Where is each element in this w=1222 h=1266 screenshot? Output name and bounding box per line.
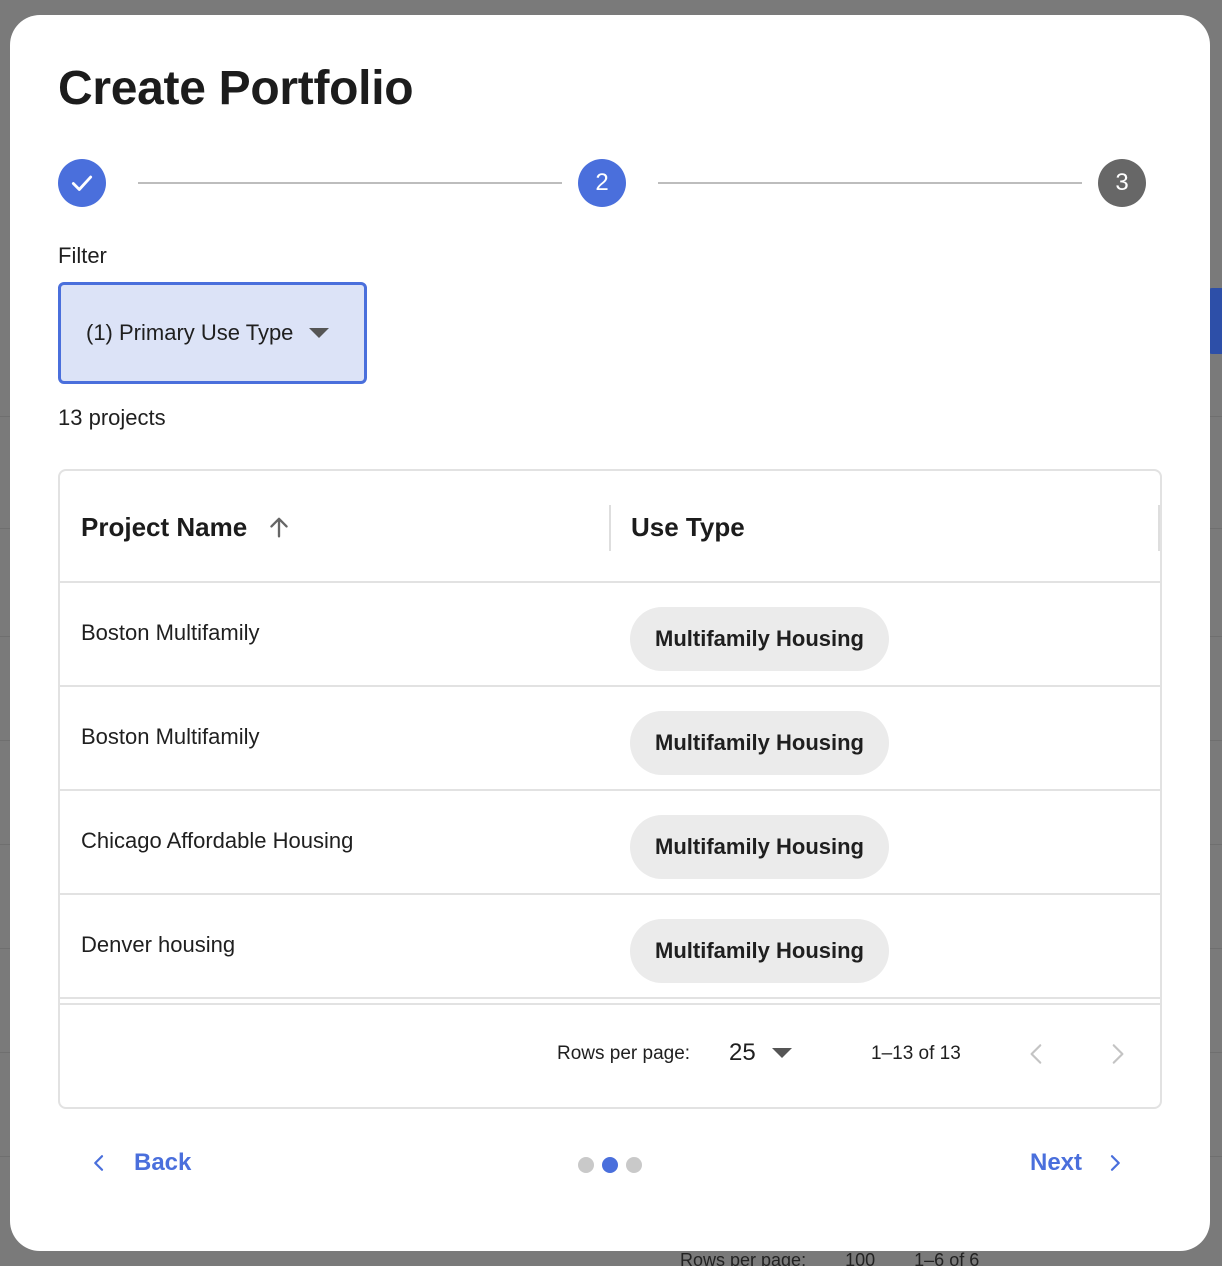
- chevron-right-icon: [1110, 1155, 1120, 1171]
- chevron-left-icon: [1030, 1044, 1042, 1064]
- column-divider[interactable]: [1158, 505, 1160, 551]
- back-button[interactable]: Back: [90, 1149, 191, 1177]
- next-button[interactable]: Next: [1030, 1149, 1124, 1177]
- step-2-label: 2: [595, 169, 609, 196]
- background-rows-label: Rows per page:: [680, 1250, 807, 1266]
- projects-table: Project Name Use Type Boston Multifamily…: [58, 469, 1162, 1109]
- project-count: 13 projects: [58, 405, 166, 430]
- column-header-label: Project Name: [81, 511, 248, 542]
- caret-down-icon: [771, 1048, 792, 1058]
- table-row[interactable]: Denver housing Multifamily Housing: [60, 895, 1160, 999]
- step-dots: [578, 1157, 642, 1173]
- step-dot-active: [602, 1157, 618, 1173]
- create-portfolio-modal: Create Portfolio 2 3 Filter (1) Primary …: [10, 15, 1210, 1251]
- use-type-chip: Multifamily Housing: [630, 711, 889, 775]
- step-3-upcoming: 3: [1098, 159, 1146, 207]
- rows-per-page-label: Rows per page:: [557, 1043, 691, 1064]
- next-page-button[interactable]: [1104, 1041, 1130, 1072]
- rows-per-page-select[interactable]: 25: [729, 1039, 792, 1067]
- stepper-connector: [138, 182, 562, 184]
- column-header-use-type[interactable]: Use Type: [631, 471, 745, 583]
- table-row[interactable]: Boston Multifamily Multifamily Housing: [60, 687, 1160, 791]
- pagination-range: 1–13 of 13: [871, 1043, 961, 1064]
- background-range: 1–6 of 6: [914, 1250, 980, 1266]
- background-rows-value: 100: [845, 1250, 876, 1266]
- stepper-connector: [658, 182, 1082, 184]
- column-header-label: Use Type: [631, 511, 745, 542]
- use-type-chip: Multifamily Housing: [630, 919, 889, 983]
- table-row[interactable]: Boston Multifamily Multifamily Housing: [60, 583, 1160, 687]
- project-name-cell: Boston Multifamily: [81, 724, 260, 749]
- step-2-active: 2: [578, 159, 626, 207]
- step-1-completed: [58, 159, 106, 207]
- back-button-label: Back: [134, 1149, 192, 1176]
- use-type-chip: Multifamily Housing: [630, 815, 889, 879]
- background-pagination: Rows per page: 100 1–6 of 6: [680, 1250, 1013, 1266]
- caret-down-icon: [309, 328, 330, 338]
- project-name-cell: Denver housing: [81, 932, 236, 957]
- background-tab: [1208, 288, 1222, 354]
- table-row[interactable]: Chicago Affordable Housing Multifamily H…: [60, 791, 1160, 895]
- rows-per-page-value: 25: [729, 1039, 756, 1066]
- check-icon: [71, 175, 93, 191]
- use-type-chip: Multifamily Housing: [630, 607, 889, 671]
- column-divider[interactable]: [609, 505, 611, 551]
- table-header: Project Name Use Type: [60, 471, 1160, 583]
- previous-page-button[interactable]: [1024, 1041, 1050, 1072]
- chevron-right-icon: [1112, 1044, 1124, 1064]
- arrow-up-icon[interactable]: [265, 513, 293, 541]
- chevron-left-icon: [94, 1155, 104, 1171]
- step-3-label: 3: [1115, 169, 1129, 196]
- table-pagination: Rows per page: 25 1–13 of 13: [60, 1005, 1160, 1107]
- step-dot: [626, 1157, 642, 1173]
- filter-label: Filter: [58, 243, 107, 268]
- primary-use-type-filter-button[interactable]: (1) Primary Use Type: [58, 282, 367, 384]
- step-dot: [578, 1157, 594, 1173]
- filter-button-label: (1) Primary Use Type: [86, 320, 294, 345]
- modal-title: Create Portfolio: [58, 62, 414, 115]
- next-button-label: Next: [1030, 1149, 1083, 1176]
- project-name-cell: Boston Multifamily: [81, 620, 260, 645]
- project-name-cell: Chicago Affordable Housing: [81, 828, 354, 853]
- column-header-project-name[interactable]: Project Name: [81, 471, 293, 583]
